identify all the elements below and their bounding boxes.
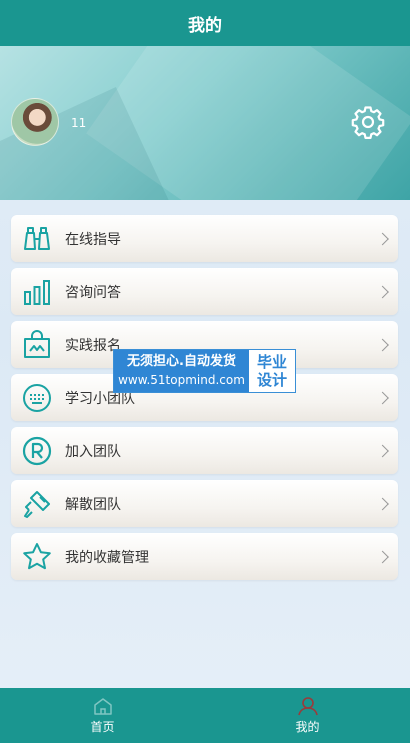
watermark-url: www.51topmind.com: [118, 373, 245, 387]
watermark-line1: 无须担心.自动发货: [127, 354, 236, 369]
chevron-right-icon: [376, 232, 389, 245]
user-icon: [297, 697, 318, 716]
gear-icon[interactable]: [351, 105, 385, 139]
tab-label: 我的: [295, 720, 320, 734]
watermark-banner: 无须担心.自动发货 www.51topmind.com 毕业 设计: [113, 349, 296, 393]
tab-mine[interactable]: 我的: [205, 688, 410, 743]
binoculars-icon: [24, 226, 50, 250]
chevron-right-icon: [376, 497, 389, 510]
bar-chart-icon: [24, 279, 50, 305]
bottom-tab-bar: 首页 我的: [0, 688, 410, 743]
paint-roller-icon: [24, 490, 50, 518]
avatar[interactable]: [11, 98, 59, 146]
menu-item-label: 咨询问答: [65, 284, 121, 301]
menu-list: 在线指导 咨询问答 实践报名 学习小团队 加入团队 解散团队 我的收藏管理: [11, 215, 398, 586]
chevron-right-icon: [376, 550, 389, 563]
shopping-bag-icon: [24, 329, 50, 358]
chevron-right-icon: [376, 285, 389, 298]
menu-item-label: 我的收藏管理: [65, 549, 149, 566]
home-icon: [93, 698, 112, 715]
menu-item-label: 解散团队: [65, 496, 121, 513]
menu-item-label: 在线指导: [65, 231, 121, 248]
tab-label: 首页: [90, 720, 115, 734]
watermark-right2: 设计: [256, 371, 287, 389]
star-icon: [23, 542, 51, 569]
menu-item-online-guidance[interactable]: 在线指导: [11, 215, 398, 262]
watermark-right1: 毕业: [256, 353, 287, 371]
profile-banner: 11: [0, 46, 410, 200]
menu-item-favorites[interactable]: 我的收藏管理: [11, 533, 398, 580]
chevron-right-icon: [376, 338, 389, 351]
registered-r-icon: [22, 436, 52, 465]
chevron-right-icon: [376, 391, 389, 404]
keyboard-icon: [23, 383, 51, 412]
page-title: 我的: [188, 15, 222, 36]
username: 11: [71, 116, 87, 130]
menu-item-consult-qa[interactable]: 咨询问答: [11, 268, 398, 315]
menu-item-label: 加入团队: [65, 443, 121, 460]
menu-item-dissolve-team[interactable]: 解散团队: [11, 480, 398, 527]
tab-home[interactable]: 首页: [0, 688, 205, 743]
chevron-right-icon: [376, 444, 389, 457]
page-header: 我的: [0, 0, 410, 46]
menu-item-join-team[interactable]: 加入团队: [11, 427, 398, 474]
